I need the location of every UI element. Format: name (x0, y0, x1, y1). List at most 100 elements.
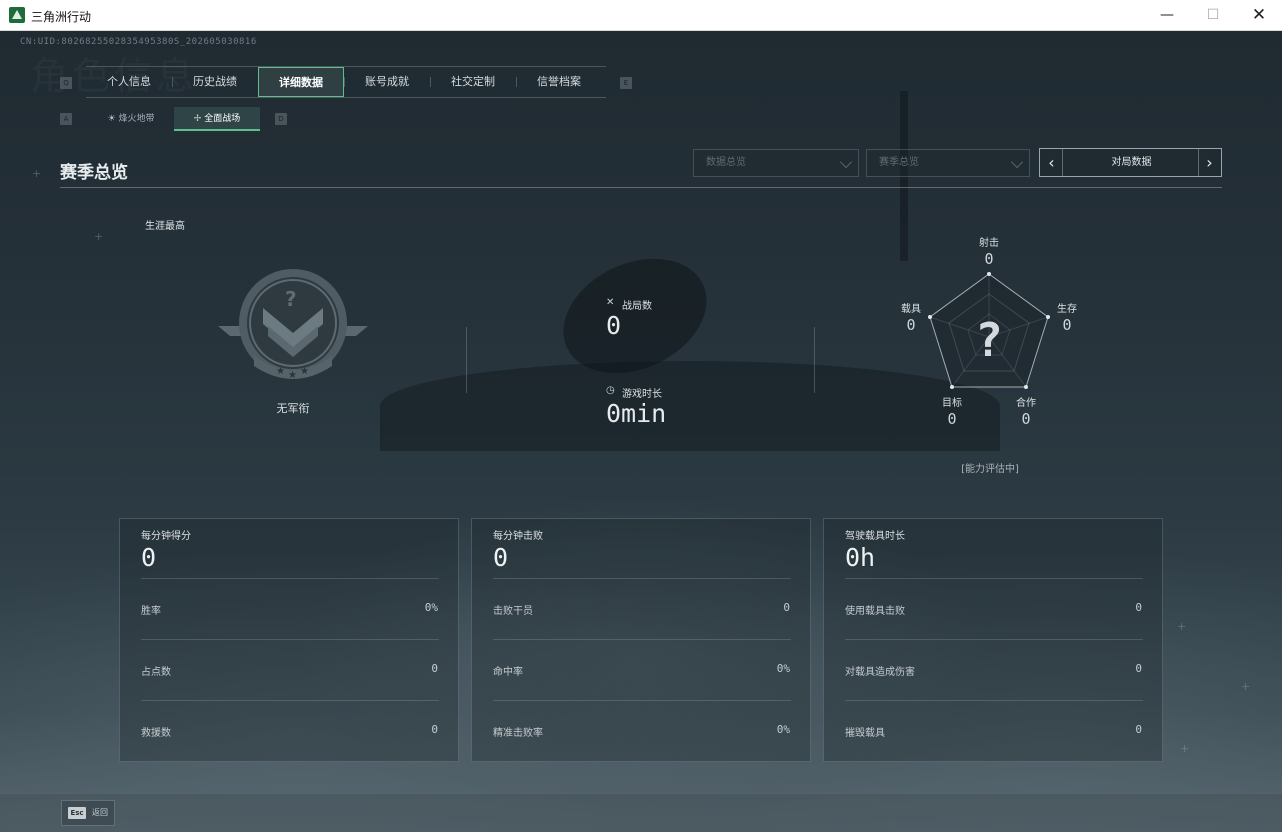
page-title: 赛季总览 (60, 163, 128, 183)
radar-label-objective: 目标 (942, 398, 962, 409)
card-main-value: 0 (141, 543, 157, 572)
tab-credit-record[interactable]: 信誉档案 (516, 67, 602, 97)
stat-row-label: 胜率 (141, 606, 161, 617)
chevron-left-icon[interactable]: ‹ (1041, 149, 1063, 176)
data-overview-dropdown[interactable]: 数据总览 (693, 149, 859, 177)
back-button[interactable]: Esc 返回 (61, 800, 115, 826)
game-viewport: 角色信息 CN:UID:8026825502835495380S_2026050… (0, 31, 1282, 832)
stat-row-value: 0% (424, 601, 438, 614)
matches-label: 战局数 (622, 301, 652, 312)
decor-crosshair: + (1241, 680, 1251, 693)
stepper-label: 对局数据 (1111, 157, 1152, 168)
playtime-label: 游戏时长 (622, 389, 662, 400)
stat-row-label: 命中率 (493, 667, 523, 678)
ability-radar: ? 射击 0 生存 0 合作 0 目标 0 载具 0 (890, 231, 1090, 441)
minimize-button[interactable]: — (1144, 0, 1190, 31)
card-divider (845, 639, 1143, 640)
maximize-button[interactable]: ☐ (1190, 0, 1236, 31)
app-logo-icon (9, 7, 25, 23)
stat-row-value: 0% (776, 723, 790, 736)
tab-match-history[interactable]: 历史战绩 (172, 67, 258, 97)
ability-evaluation-note: [能力评估中] (961, 464, 1019, 475)
card-divider (493, 700, 791, 701)
player-uid: CN:UID:8026825502835495380S_202605030816 (20, 37, 257, 47)
emblem-symbol: ? (285, 287, 297, 311)
sub-tab-bar: ☀ 烽火地带 ✢ 全面战场 (88, 107, 260, 131)
svg-text:★: ★ (288, 370, 297, 381)
card-title: 驾驶载具时长 (845, 531, 905, 542)
card-divider (141, 639, 439, 640)
esc-key-hint: Esc (68, 807, 86, 819)
battlefield-icon: ✢ (193, 114, 202, 124)
window-title: 三角洲行动 (31, 10, 92, 24)
decor-crosshair: + (32, 167, 42, 180)
radar-label-teamwork: 合作 (1016, 398, 1036, 409)
stat-row-value: 0 (1135, 601, 1142, 614)
radar-value-shooting: 0 (984, 250, 994, 268)
tab-detailed-data[interactable]: 详细数据 (258, 67, 344, 97)
sub-tabs-prev-key[interactable]: A (60, 113, 72, 125)
radar-label-vehicle: 载具 (901, 304, 921, 315)
radar-value-vehicle: 0 (906, 316, 916, 334)
card-main-value: 0 (493, 543, 509, 572)
card-title: 每分钟击败 (493, 531, 543, 542)
svg-text:★: ★ (276, 366, 285, 377)
sub-tabs-next-key[interactable]: D (275, 113, 287, 125)
chevron-right-icon[interactable]: › (1198, 149, 1220, 176)
bottom-bar: Esc 返回 (0, 793, 1282, 832)
section-divider (60, 187, 1222, 188)
tab-full-battlefield[interactable]: ✢ 全面战场 (174, 107, 260, 131)
stat-row-label: 占点数 (141, 667, 171, 678)
stat-row-label: 救援数 (141, 728, 171, 739)
vehicle-stats-card: 驾驶载具时长 0h 使用载具击败 0 对载具造成伤害 0 摧毁载具 0 (823, 518, 1163, 762)
chevron-down-icon (840, 156, 852, 168)
vertical-divider (466, 327, 467, 393)
radar-label-survival: 生存 (1057, 304, 1077, 315)
stat-row-label: 击败干员 (493, 606, 533, 617)
stat-row-value: 0% (776, 662, 790, 675)
card-divider (141, 700, 439, 701)
sub-tab-label: 烽火地带 (118, 114, 155, 124)
playtime-value: 0min (606, 399, 667, 428)
stat-row-label: 使用载具击败 (845, 606, 905, 617)
main-tab-bar: 个人信息 历史战绩 详细数据 账号成就 社交定制 信誉档案 (86, 66, 606, 98)
tab-personal-info[interactable]: 个人信息 (86, 67, 172, 97)
main-tabs-prev-key[interactable]: Q (60, 77, 72, 89)
window-titlebar: 三角洲行动 — ☐ ✕ (0, 0, 1282, 31)
season-overview-dropdown[interactable]: 赛季总览 (866, 149, 1030, 177)
rank-name: 无军衔 (276, 402, 310, 415)
rank-emblem-icon: ★ ★ ★ ? (218, 269, 368, 381)
dropdown-label: 数据总览 (706, 157, 746, 168)
career-best-label: 生涯最高 (145, 221, 185, 232)
card-divider (845, 578, 1143, 579)
combat-stats-card: 每分钟击败 0 击败干员 0 命中率 0% 精准击败率 0% (471, 518, 811, 762)
stat-row-label: 对载具造成伤害 (845, 667, 915, 678)
radar-label-shooting: 射击 (979, 238, 999, 249)
dropdown-label: 赛季总览 (879, 157, 919, 168)
clock-icon: ◷ (606, 385, 615, 396)
stat-row-value: 0 (1135, 662, 1142, 675)
tab-hazard-zone[interactable]: ☀ 烽火地带 (88, 107, 174, 131)
radar-value-survival: 0 (1062, 316, 1072, 334)
decor-crosshair: + (1180, 742, 1190, 755)
stat-row-value: 0 (431, 662, 438, 675)
card-divider (493, 578, 791, 579)
stat-row-value: 0 (1135, 723, 1142, 736)
close-button[interactable]: ✕ (1236, 0, 1282, 31)
svg-text:★: ★ (300, 366, 309, 377)
score-stats-card: 每分钟得分 0 胜率 0% 占点数 0 救援数 0 (119, 518, 459, 762)
tab-social-custom[interactable]: 社交定制 (430, 67, 516, 97)
decor-crosshair: + (1177, 620, 1187, 633)
card-divider (141, 578, 439, 579)
match-data-stepper: 对局数据 ‹ › (1039, 148, 1222, 177)
stat-row-label: 精准击败率 (493, 728, 543, 739)
chevron-down-icon (1011, 156, 1023, 168)
card-divider (493, 639, 791, 640)
radar-value-teamwork: 0 (1021, 410, 1031, 428)
radar-value-objective: 0 (947, 410, 957, 428)
decor-crosshair: + (94, 230, 104, 243)
tab-achievements[interactable]: 账号成就 (344, 67, 430, 97)
main-tabs-next-key[interactable]: E (620, 77, 632, 89)
radar-unknown-symbol: ? (975, 313, 1003, 367)
card-divider (845, 700, 1143, 701)
